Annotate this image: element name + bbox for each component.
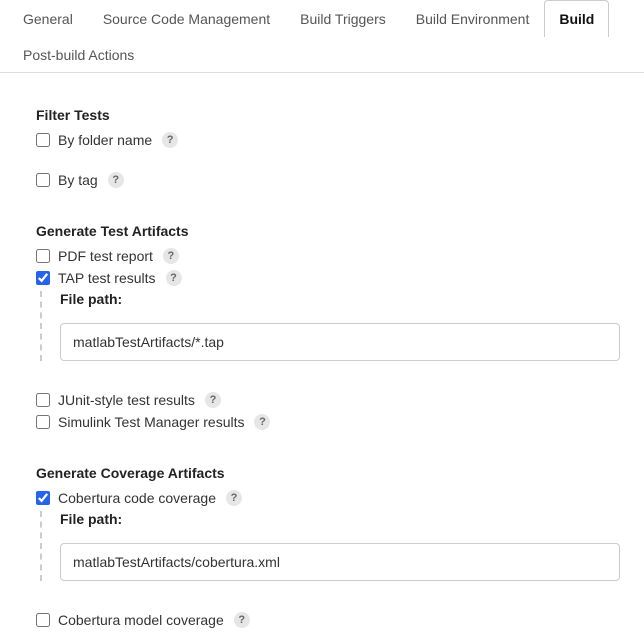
help-icon[interactable]: ? [162,132,178,148]
cobertura-model-checkbox[interactable] [36,613,50,627]
by-tag-checkbox[interactable] [36,173,50,187]
junit-row: JUnit-style test results ? [36,389,620,411]
tap-results-row: TAP test results ? [36,267,620,289]
help-icon[interactable]: ? [166,270,182,286]
tab-general[interactable]: General [8,0,88,37]
tab-source-code-management[interactable]: Source Code Management [88,0,285,37]
by-tag-label[interactable]: By tag [58,172,98,188]
cobertura-code-checkbox[interactable] [36,491,50,505]
cobertura-path-block: File path: [40,511,620,581]
build-tab-content: Filter Tests By folder name ? By tag ? G… [0,73,644,641]
junit-checkbox[interactable] [36,393,50,407]
help-icon[interactable]: ? [108,172,124,188]
cobertura-code-label[interactable]: Cobertura code coverage [58,490,216,506]
pdf-report-checkbox[interactable] [36,249,50,263]
cobertura-path-label: File path: [60,511,620,527]
by-folder-row: By folder name ? [36,129,620,151]
help-icon[interactable]: ? [205,392,221,408]
help-icon[interactable]: ? [234,612,250,628]
help-icon[interactable]: ? [226,490,242,506]
pdf-report-row: PDF test report ? [36,245,620,267]
help-icon[interactable]: ? [163,248,179,264]
tab-build[interactable]: Build [544,0,609,37]
by-tag-row: By tag ? [36,169,620,191]
simulink-checkbox[interactable] [36,415,50,429]
pdf-report-label[interactable]: PDF test report [58,248,153,264]
tap-path-input[interactable] [60,323,620,361]
junit-label[interactable]: JUnit-style test results [58,392,195,408]
simulink-label[interactable]: Simulink Test Manager results [58,414,244,430]
by-folder-checkbox[interactable] [36,133,50,147]
tap-path-block: File path: [40,291,620,361]
cobertura-model-row: Cobertura model coverage ? [36,609,620,631]
simulink-row: Simulink Test Manager results ? [36,411,620,433]
generate-test-artifacts-heading: Generate Test Artifacts [36,223,620,239]
tab-build-triggers[interactable]: Build Triggers [285,0,401,37]
tab-post-build-actions[interactable]: Post-build Actions [8,36,149,73]
tabs-bar: General Source Code Management Build Tri… [0,0,644,73]
cobertura-model-label[interactable]: Cobertura model coverage [58,612,224,628]
help-icon[interactable]: ? [254,414,270,430]
tap-results-checkbox[interactable] [36,271,50,285]
tap-results-label[interactable]: TAP test results [58,270,156,286]
tab-build-environment[interactable]: Build Environment [401,0,545,37]
tap-path-label: File path: [60,291,620,307]
generate-coverage-heading: Generate Coverage Artifacts [36,465,620,481]
cobertura-code-row: Cobertura code coverage ? [36,487,620,509]
cobertura-path-input[interactable] [60,543,620,581]
by-folder-label[interactable]: By folder name [58,132,152,148]
filter-tests-heading: Filter Tests [36,107,620,123]
